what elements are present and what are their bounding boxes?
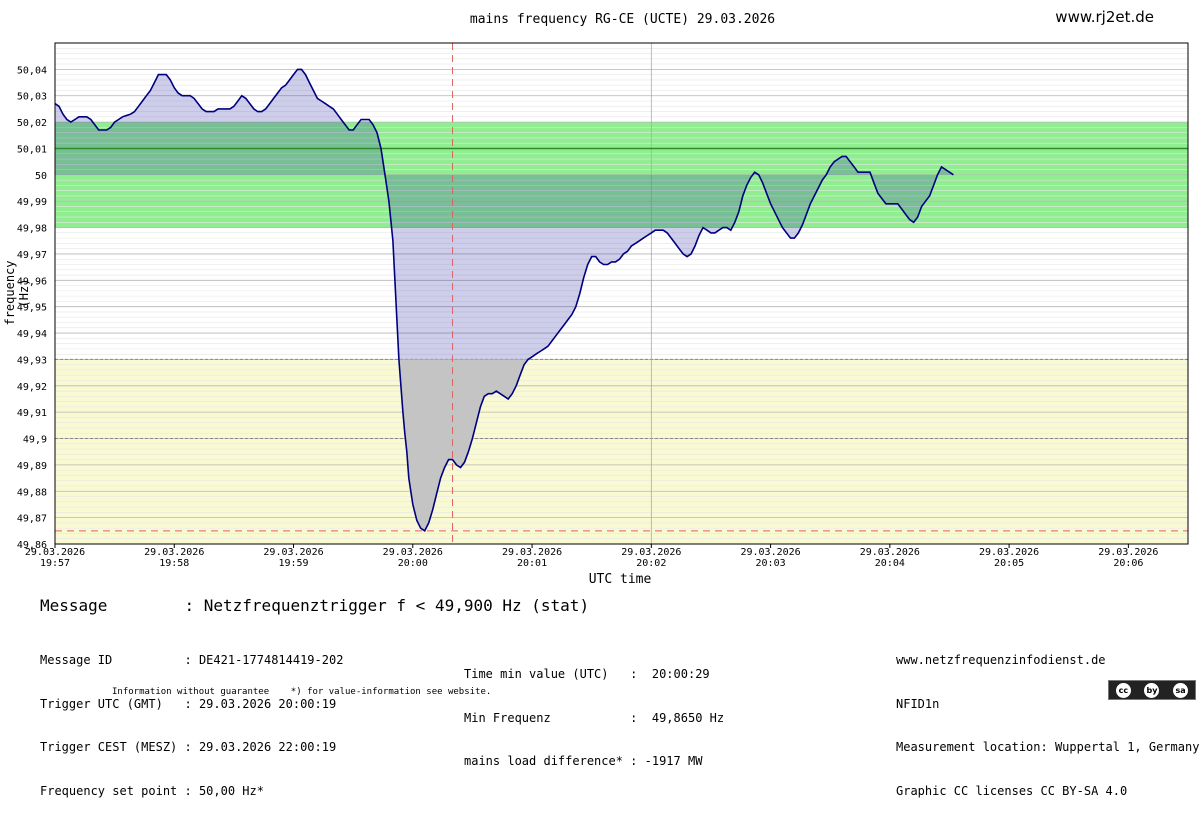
x-tick-time: 19:58 — [159, 558, 189, 569]
x-tick-date: 29.03.2026 — [979, 547, 1039, 558]
message-info-left: Message ID : DE421-1774814419-202 Trigge… — [40, 624, 343, 813]
chart-title: mains frequency RG-CE (UCTE) 29.03.2026 — [469, 12, 776, 27]
y-tick-label: 50 — [35, 171, 47, 182]
min-frequency: Min Frequenz : 49,8650 Hz — [464, 710, 725, 725]
x-tick-date: 29.03.2026 — [263, 547, 323, 558]
y-axis-label: mains frequency (Hz) — [0, 260, 31, 326]
x-tick-date: 29.03.2026 — [144, 547, 204, 558]
site-url[interactable]: www.rj2et.de — [1055, 8, 1154, 26]
y-tick-label: 49,87 — [17, 514, 47, 525]
x-tick-time: 20:02 — [636, 558, 666, 569]
x-tick-date: 29.03.2026 — [502, 547, 562, 558]
x-tick-date: 29.03.2026 — [621, 547, 681, 558]
cc-license-badge[interactable]: cc by sa — [1108, 680, 1196, 700]
y-tick-label: 50,02 — [17, 118, 47, 129]
sa-icon: sa — [1173, 682, 1189, 698]
y-tick-label: 49,89 — [17, 461, 47, 472]
y-tick-label: 49,99 — [17, 197, 47, 208]
frequency-setpoint: Frequency set point : 50,00 Hz* — [40, 783, 264, 798]
x-tick-time: 20:01 — [517, 558, 547, 569]
y-tick-label: 49,98 — [17, 224, 47, 235]
trigger-cest: Trigger CEST (MESZ) : 29.03.2026 22:00:1… — [40, 740, 337, 754]
x-tick-time: 19:59 — [278, 558, 308, 569]
y-tick-label: 49,91 — [17, 408, 47, 419]
by-icon: by — [1144, 682, 1160, 698]
message-info-right: www.netzfrequenzinfodienst.de NFID1n Mea… — [896, 624, 1199, 813]
x-tick-time: 20:06 — [1113, 558, 1143, 569]
y-tick-label: 50,01 — [17, 144, 47, 155]
y-tick-label: 49,9 — [23, 435, 47, 446]
y-tick-label: 49,93 — [17, 355, 47, 366]
x-tick-time: 19:57 — [40, 558, 70, 569]
x-tick-time: 20:05 — [994, 558, 1024, 569]
x-tick-time: 20:00 — [398, 558, 428, 569]
message-info-middle: Time min value (UTC) : 20:00:29 Min Freq… — [464, 638, 724, 783]
x-tick-date: 29.03.2026 — [740, 547, 800, 558]
y-tick-label: 49,88 — [17, 487, 47, 498]
y-tick-label: 49,92 — [17, 382, 47, 393]
x-tick-date: 29.03.2026 — [1098, 547, 1158, 558]
x-tick-time: 20:03 — [756, 558, 786, 569]
cc-icon: cc — [1115, 682, 1131, 698]
load-difference: mains load difference* : -1917 MW — [464, 754, 703, 768]
message-title: Message : Netzfrequenztrigger f < 49,900… — [40, 596, 590, 615]
x-tick-date: 29.03.2026 — [860, 547, 920, 558]
time-min-value: Time min value (UTC) : 20:00:29 — [464, 667, 710, 681]
band-1 — [55, 359, 1188, 544]
license-text: Graphic CC licenses CC BY-SA 4.0 — [896, 783, 1128, 798]
source-url[interactable]: www.netzfrequenzinfodienst.de — [896, 653, 1199, 668]
measurement-location: Measurement location: Wuppertal 1, Germa… — [896, 740, 1200, 754]
y-tick-label: 50,04 — [17, 65, 47, 76]
message-id: Message ID : DE421-1774814419-202 — [40, 653, 344, 667]
x-axis-label: UTC time — [588, 572, 652, 587]
x-tick-date: 29.03.2026 — [383, 547, 443, 558]
x-tick-date: 29.03.2026 — [25, 547, 85, 558]
y-tick-label: 50,03 — [17, 92, 47, 103]
x-tick-time: 20:04 — [875, 558, 905, 569]
footnote: Information without guarantee *) for val… — [112, 687, 492, 697]
